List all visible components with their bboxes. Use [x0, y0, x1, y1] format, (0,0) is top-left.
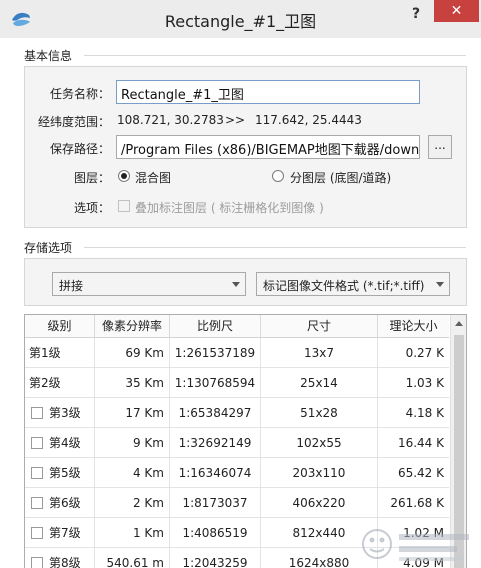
cell-resolution: 35 Km	[95, 368, 170, 398]
cell-size: 25x14	[261, 368, 378, 398]
cell-filesize: 261.68 K	[390, 496, 444, 510]
cell-level: 第4级	[25, 428, 95, 458]
cell-scale: 1:130768594	[170, 368, 261, 398]
cell-resolution: 540.61 m	[95, 548, 170, 568]
column-header-resolution[interactable]: 像素分辨率	[95, 315, 170, 337]
cell-scale: 1:2043259	[170, 548, 261, 568]
range-to-value: 117.642, 25.4443	[255, 113, 362, 127]
layer-radio-separate[interactable]	[272, 170, 284, 182]
layer-mixed-label[interactable]: 混合图	[135, 169, 171, 186]
cell-filesize: 4.18 K	[405, 406, 444, 420]
cell-filesize: 1.03 K	[405, 376, 444, 390]
cell-size: 13x7	[261, 338, 378, 368]
table-row[interactable]: 第4级 9 Km 1:32692149 102x55 16.44 K	[25, 428, 449, 458]
cell-resolution: 9 Km	[95, 428, 170, 458]
basic-info-divider	[84, 55, 466, 56]
cell-scale: 1:261537189	[170, 338, 261, 368]
table-header: 级别 像素分辨率 比例尺 尺寸 理论大小	[25, 315, 449, 338]
task-name-input[interactable]: Rectangle_#1_卫图	[116, 80, 420, 104]
table-row[interactable]: 第1级 69 Km 1:261537189 13x7 0.27 K	[25, 338, 449, 368]
save-path-label: 保存路径：	[49, 142, 110, 156]
cell-level: 第3级	[25, 398, 95, 428]
overlay-annotation-label: 叠加标注图层 ( 标注栅格化到图像 )	[135, 201, 324, 215]
help-button[interactable]: ?	[403, 3, 429, 25]
cell-level: 第6级	[25, 488, 95, 518]
table-row[interactable]: 第2级 35 Km 1:130768594 25x14 1.03 K	[25, 368, 449, 398]
range-from-value: 108.721, 30.2783	[117, 113, 224, 127]
cell-size: 51x28	[261, 398, 378, 428]
cell-scale: 1:16346074	[170, 458, 261, 488]
cell-filesize: 0.27 K	[405, 346, 444, 360]
cell-scale: 1:8173037	[170, 488, 261, 518]
cell-level: 第1级	[25, 338, 95, 368]
level-checkbox[interactable]	[31, 527, 43, 539]
storage-divider	[84, 247, 466, 248]
file-format-chevron-down-icon	[436, 282, 444, 287]
watermark-logo-icon	[362, 529, 469, 561]
level-checkbox[interactable]	[31, 437, 43, 449]
column-header-scale[interactable]: 比例尺	[170, 315, 261, 337]
task-name-label: 任务名称：	[49, 87, 110, 101]
cell-level: 第8级	[25, 548, 95, 568]
storage-mode-select[interactable]: 拼接	[52, 272, 246, 296]
level-checkbox[interactable]	[31, 407, 43, 419]
basic-info-group-title: 基本信息	[24, 49, 73, 63]
title-bar: Rectangle_#1_卫图 ? ✕	[0, 0, 481, 38]
cell-level: 第2级	[25, 368, 95, 398]
file-format-value: 标记图像文件格式 (*.tif;*.tiff)	[263, 279, 425, 293]
cell-resolution: 4 Km	[95, 458, 170, 488]
close-button[interactable]: ✕	[434, 0, 479, 22]
table-row[interactable]: 第5级 4 Km 1:16346074 203x110 65.42 K	[25, 458, 449, 488]
layer-label: 图层：	[73, 171, 110, 185]
cell-level: 第5级	[25, 458, 95, 488]
column-header-level[interactable]: 级别	[25, 315, 95, 337]
column-header-filesize[interactable]: 理论大小	[378, 315, 449, 337]
cell-scale: 1:65384297	[170, 398, 261, 428]
level-checkbox[interactable]	[31, 467, 43, 479]
storage-group-title: 存储选项	[24, 241, 73, 255]
save-path-input[interactable]: /Program Files (x86)/BIGEMAP地图下载器/downlo…	[116, 135, 420, 159]
storage-mode-value: 拼接	[59, 279, 84, 293]
task-dialog-window: Rectangle_#1_卫图 ? ✕ 基本信息 任务名称： Rectangle…	[0, 0, 481, 568]
scroll-up-arrow-icon[interactable]	[455, 321, 463, 326]
cell-resolution: 17 Km	[95, 398, 170, 428]
cell-size: 203x110	[261, 458, 378, 488]
cell-filesize: 65.42 K	[397, 466, 444, 480]
options-label: 选项：	[73, 201, 110, 215]
range-arrow: >>	[225, 113, 246, 127]
layer-separate-label[interactable]: 分图层 (底图/道路)	[290, 169, 391, 186]
cell-filesize: 16.44 K	[397, 436, 444, 450]
storage-mode-chevron-down-icon	[232, 282, 240, 287]
level-checkbox[interactable]	[31, 557, 43, 568]
column-header-size[interactable]: 尺寸	[261, 315, 378, 337]
coordinate-range-label: 经纬度范围：	[37, 115, 110, 129]
browse-button[interactable]: ...	[428, 135, 452, 159]
cell-scale: 1:32692149	[170, 428, 261, 458]
file-format-select[interactable]: 标记图像文件格式 (*.tif;*.tiff)	[256, 272, 450, 296]
table-row[interactable]: 第6级 2 Km 1:8173037 406x220 261.68 K	[25, 488, 449, 518]
layer-radio-mixed[interactable]	[118, 170, 130, 182]
cell-size: 102x55	[261, 428, 378, 458]
cell-size: 406x220	[261, 488, 378, 518]
overlay-annotation-checkbox[interactable]	[118, 200, 130, 212]
cell-resolution: 1 Km	[95, 518, 170, 548]
table-row[interactable]: 第3级 17 Km 1:65384297 51x28 4.18 K	[25, 398, 449, 428]
cell-scale: 1:4086519	[170, 518, 261, 548]
cell-resolution: 69 Km	[95, 338, 170, 368]
level-checkbox[interactable]	[31, 497, 43, 509]
cell-resolution: 2 Km	[95, 488, 170, 518]
cell-level: 第7级	[25, 518, 95, 548]
